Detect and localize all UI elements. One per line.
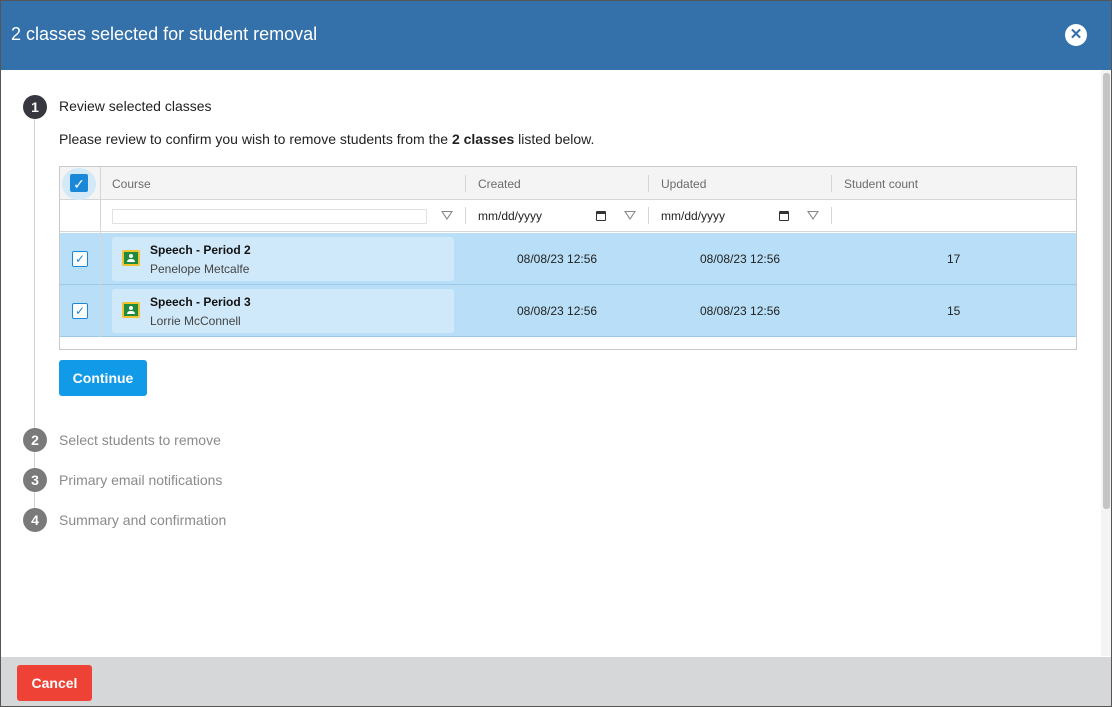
- cancel-button[interactable]: Cancel: [17, 665, 92, 701]
- row-checkbox[interactable]: ✓: [72, 251, 88, 267]
- column-header-student-count[interactable]: Student count: [844, 177, 918, 191]
- student-count-cell: 15: [947, 304, 961, 318]
- updated-cell: 08/08/23 12:56: [700, 252, 781, 266]
- course-filter-icon[interactable]: [441, 211, 453, 220]
- step-4-number: 4: [23, 508, 47, 532]
- step-1-label: Review selected classes: [59, 98, 212, 114]
- updated-date-filter[interactable]: mm/dd/yyyy: [661, 207, 791, 225]
- dialog-header: 2 classes selected for student removal ✕: [1, 1, 1111, 70]
- step-3-number: 3: [23, 468, 47, 492]
- calendar-icon[interactable]: [779, 211, 789, 221]
- step-4-label: Summary and confirmation: [59, 512, 227, 528]
- stepper-line: [34, 119, 35, 519]
- table-row[interactable]: ✓ Speech - Period 2 Penelope Metcalfe 08…: [60, 233, 1076, 285]
- close-icon[interactable]: ✕: [1065, 24, 1087, 46]
- review-description: Please review to confirm you wish to rem…: [59, 131, 595, 147]
- updated-date-placeholder: mm/dd/yyyy: [661, 209, 726, 223]
- checkbox-column-divider: [100, 200, 101, 233]
- column-divider: [648, 207, 649, 224]
- select-all-checkbox[interactable]: ✓: [70, 174, 88, 192]
- course-teacher: Lorrie McConnell: [150, 314, 241, 328]
- updated-cell: 08/08/23 12:56: [700, 304, 781, 318]
- course-name: Speech - Period 2: [150, 243, 251, 257]
- google-classroom-icon: [122, 302, 140, 318]
- created-cell: 08/08/23 12:56: [517, 304, 598, 318]
- remove-students-dialog: 2 classes selected for student removal ✕…: [0, 0, 1112, 707]
- updated-filter-icon[interactable]: [807, 211, 819, 220]
- row-checkbox[interactable]: ✓: [72, 303, 88, 319]
- scrollbar-thumb[interactable]: [1103, 73, 1110, 509]
- step-3-label: Primary email notifications: [59, 472, 223, 488]
- column-divider: [465, 207, 466, 224]
- calendar-icon[interactable]: [596, 211, 606, 221]
- column-divider[interactable]: [648, 175, 649, 192]
- step-1-number: 1: [23, 95, 47, 119]
- course-name: Speech - Period 3: [150, 295, 251, 309]
- column-header-course[interactable]: Course: [112, 177, 151, 191]
- created-filter-icon[interactable]: [624, 211, 636, 220]
- table-row[interactable]: ✓ Speech - Period 3 Lorrie McConnell 08/…: [60, 285, 1076, 337]
- column-divider: [831, 207, 832, 224]
- classes-grid: ✓ Course Created Updated Student count m…: [59, 166, 1077, 350]
- created-cell: 08/08/23 12:56: [517, 252, 598, 266]
- course-filter-input[interactable]: [112, 209, 427, 224]
- google-classroom-icon: [122, 250, 140, 266]
- column-header-created[interactable]: Created: [478, 177, 521, 191]
- column-divider[interactable]: [465, 175, 466, 192]
- checkbox-column-divider: [100, 233, 101, 337]
- dialog-title: 2 classes selected for student removal: [11, 24, 318, 44]
- student-count-cell: 17: [947, 252, 961, 266]
- step-2-label: Select students to remove: [59, 432, 221, 448]
- continue-button[interactable]: Continue: [59, 360, 147, 396]
- course-card[interactable]: Speech - Period 2 Penelope Metcalfe: [112, 237, 454, 281]
- course-card[interactable]: Speech - Period 3 Lorrie McConnell: [112, 289, 454, 333]
- dialog-footer: Cancel: [1, 657, 1111, 706]
- grid-header-row: ✓ Course Created Updated Student count: [60, 167, 1076, 200]
- column-divider[interactable]: [831, 175, 832, 192]
- grid-filter-row: mm/dd/yyyy mm/dd/yyyy: [60, 200, 1076, 232]
- created-date-placeholder: mm/dd/yyyy: [478, 209, 543, 223]
- column-header-updated[interactable]: Updated: [661, 177, 706, 191]
- checkbox-column-divider: [100, 167, 101, 200]
- step-2-number: 2: [23, 428, 47, 452]
- created-date-filter[interactable]: mm/dd/yyyy: [478, 207, 608, 225]
- course-teacher: Penelope Metcalfe: [150, 262, 250, 276]
